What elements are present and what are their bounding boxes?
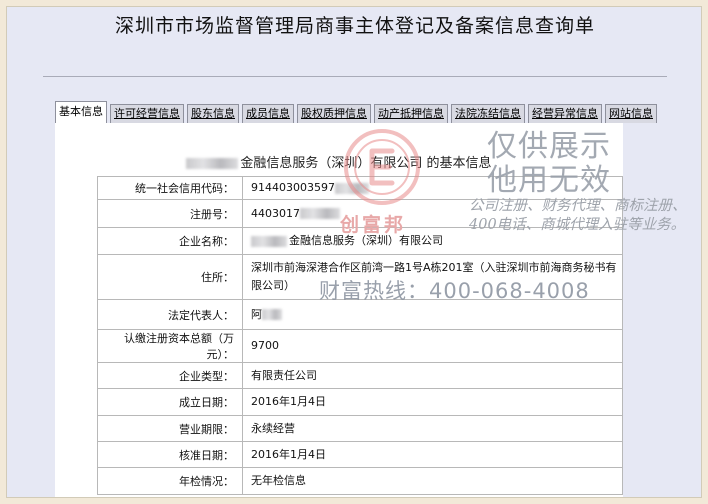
tab-equity-pledge-info[interactable]: 股权质押信息	[297, 104, 371, 123]
field-label: 注册号：	[97, 199, 243, 228]
tab-website-info[interactable]: 网站信息	[605, 104, 657, 123]
registration-number-value: 4403017	[251, 206, 300, 220]
page-title: 深圳市市场监督管理局商事主体登记及备案信息查询单	[114, 15, 595, 37]
watermark-hotline: 财富热线：400-068-4008	[319, 279, 590, 303]
annual-inspection-value: 无年检信息	[242, 467, 623, 495]
tab-basic-info[interactable]: 基本信息	[55, 101, 107, 123]
tab-license-info[interactable]: 许可经营信息	[110, 104, 184, 123]
field-label: 企业类型：	[97, 362, 243, 389]
field-label: 法定代表人：	[97, 299, 243, 330]
watermark-services: 公司注册、财务代理、商标注册、400电话、商城代理入驻等业务。	[469, 198, 687, 233]
redacted-mark	[251, 235, 287, 247]
redacted-mark	[300, 208, 340, 219]
tab-bar: 基本信息 许可经营信息 股东信息 成员信息 股权质押信息 动产抵押信息 法院冻结…	[55, 101, 660, 123]
table-row: 认缴注册资本总额（万元）： 9700	[97, 329, 623, 363]
company-type-value: 有限责任公司	[242, 362, 623, 389]
tab-shareholder-info[interactable]: 股东信息	[187, 104, 239, 123]
field-label: 核准日期：	[97, 441, 243, 468]
field-label: 统一社会信用代码：	[97, 176, 243, 200]
query-sheet-frame: 深圳市市场监督管理局商事主体登记及备案信息查询单 基本信息 许可经营信息 股东信…	[6, 6, 702, 498]
table-row: 年检情况： 无年检信息	[97, 467, 623, 495]
approval-date-value: 2016年1月4日	[242, 441, 623, 468]
field-label: 认缴注册资本总额（万元）：	[97, 329, 243, 363]
watermark-brand: 创富邦	[340, 214, 407, 236]
table-row: 核准日期： 2016年1月4日	[97, 441, 623, 468]
redacted-mark	[262, 309, 282, 320]
established-date-value: 2016年1月4日	[242, 388, 623, 416]
field-label: 企业名称：	[97, 227, 243, 255]
field-label: 年检情况：	[97, 467, 243, 495]
field-label: 营业期限：	[97, 415, 243, 442]
watermark-invalid-otherwise: 他用无效	[487, 163, 611, 198]
title-divider	[43, 76, 667, 77]
brand-logo-icon	[344, 129, 420, 205]
tab-chattel-mortgage-info[interactable]: 动产抵押信息	[374, 104, 448, 123]
field-label: 成立日期：	[97, 388, 243, 416]
registered-capital-value: 9700	[242, 329, 623, 363]
tab-member-info[interactable]: 成员信息	[242, 104, 294, 123]
redacted-mark	[186, 158, 239, 169]
table-row: 营业期限： 永续经营	[97, 415, 623, 442]
business-term-value: 永续经营	[242, 415, 623, 442]
table-row: 成立日期： 2016年1月4日	[97, 388, 623, 416]
credit-code-value: 914403003597	[251, 181, 335, 194]
field-label: 住所：	[97, 254, 243, 300]
table-row: 企业类型： 有限责任公司	[97, 362, 623, 389]
legal-representative-value: 阿	[251, 307, 262, 321]
